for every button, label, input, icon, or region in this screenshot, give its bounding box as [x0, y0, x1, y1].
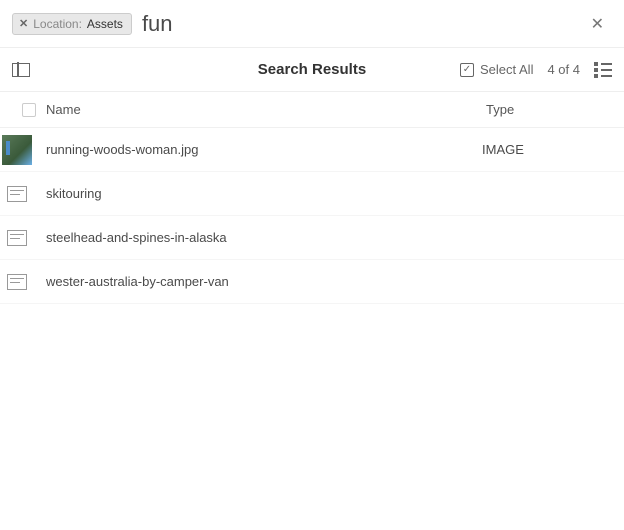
search-input-wrapper [140, 11, 575, 37]
content-fragment-icon [2, 179, 32, 209]
content-fragment-icon [2, 223, 32, 253]
toolbar-actions: Select All 4 of 4 [460, 62, 612, 78]
search-input[interactable] [140, 11, 575, 37]
content-fragment-icon [2, 267, 32, 297]
header-check-column [12, 103, 46, 117]
filter-value: Assets [87, 17, 123, 31]
result-row[interactable]: skitouring [0, 172, 624, 216]
checkbox-icon [460, 63, 474, 77]
result-name: running-woods-woman.jpg [46, 142, 482, 157]
close-search-icon[interactable]: ✕ [583, 10, 612, 38]
remove-filter-icon[interactable]: ✕ [19, 17, 28, 30]
column-header-type[interactable]: Type [486, 102, 612, 117]
result-row[interactable]: wester-australia-by-camper-van [0, 260, 624, 304]
result-name: wester-australia-by-camper-van [46, 274, 482, 289]
rail-toggle-icon[interactable] [12, 63, 30, 77]
thumbnail-image [2, 135, 32, 165]
filter-chip-location[interactable]: ✕ Location: Assets [12, 13, 132, 35]
header-checkbox[interactable] [22, 103, 36, 117]
results-header-row: Name Type [0, 92, 624, 128]
result-row[interactable]: running-woods-woman.jpgIMAGE [0, 128, 624, 172]
result-name: skitouring [46, 186, 482, 201]
select-all-button[interactable]: Select All [460, 62, 533, 77]
result-name: steelhead-and-spines-in-alaska [46, 230, 482, 245]
result-type: IMAGE [482, 142, 612, 157]
results-area: Name Type running-woods-woman.jpgIMAGE sk… [0, 92, 624, 304]
results-title: Search Results [258, 61, 366, 78]
result-count: 4 of 4 [547, 62, 580, 77]
search-bar: ✕ Location: Assets ✕ [0, 0, 624, 48]
results-toolbar: Search Results Select All 4 of 4 [0, 48, 624, 92]
column-header-name[interactable]: Name [46, 102, 486, 117]
filter-label: Location: [33, 17, 82, 31]
select-all-label: Select All [480, 62, 533, 77]
view-switcher-icon[interactable] [594, 62, 612, 78]
result-row[interactable]: steelhead-and-spines-in-alaska [0, 216, 624, 260]
